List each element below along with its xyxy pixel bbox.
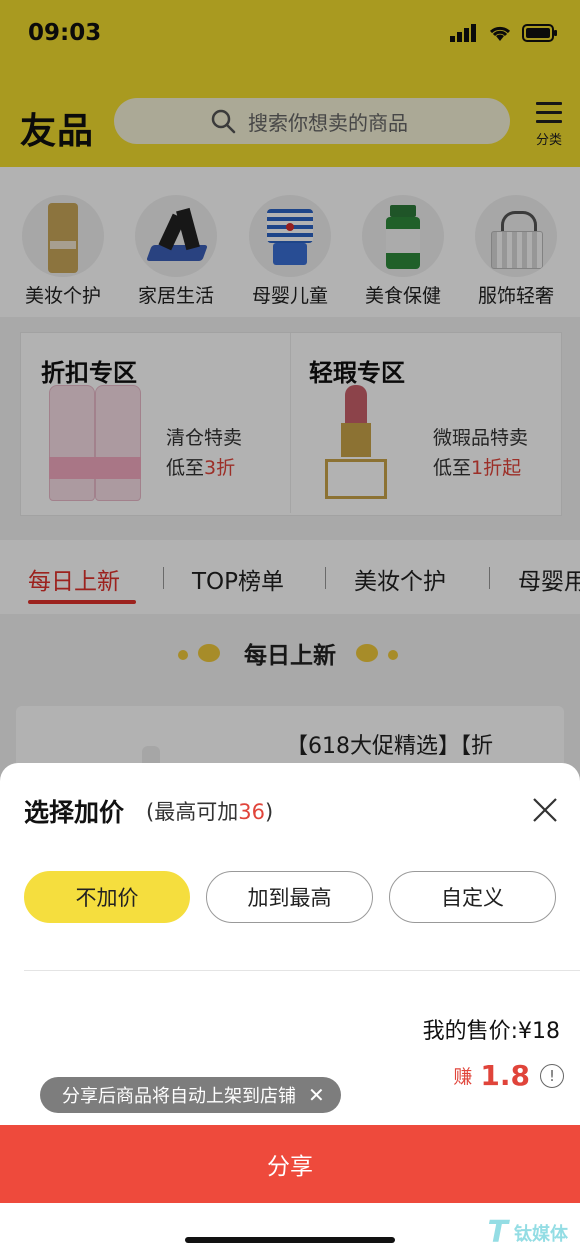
watermark-logo: T 钛媒体 [487, 1215, 568, 1250]
app-page: 09:03 友品 搜索你想卖的商品 分类 美妆个护 家居生活 母婴儿童 美食保健… [0, 0, 580, 1256]
option-custom-markup[interactable]: 自定义 [389, 871, 556, 923]
earn-value: 1.8 [480, 1059, 530, 1092]
option-no-markup[interactable]: 不加价 [24, 871, 190, 923]
share-button[interactable]: 分享 [0, 1125, 580, 1203]
my-price-label: 我的售价:¥18 [422, 1019, 560, 1044]
close-icon[interactable]: ✕ [308, 1085, 325, 1105]
sheet-title: 选择加价 [24, 798, 125, 827]
sheet-divider [24, 970, 580, 971]
info-icon[interactable]: ! [540, 1063, 564, 1088]
sheet-subtitle: (最高可加36) [146, 800, 274, 824]
earnings-row: 赚 1.8 ! [453, 1059, 564, 1092]
share-tip-toast: 分享后商品将自动上架到店铺 ✕ [40, 1077, 341, 1113]
home-indicator[interactable] [185, 1237, 395, 1243]
close-icon[interactable] [532, 797, 558, 823]
price-markup-sheet: 选择加价 (最高可加36) 不加价 加到最高 自定义 我的售价:¥18 赚 1.… [0, 763, 580, 1256]
toast-text: 分享后商品将自动上架到店铺 [62, 1086, 296, 1107]
earn-label: 赚 [453, 1066, 473, 1088]
option-max-markup[interactable]: 加到最高 [206, 871, 373, 923]
